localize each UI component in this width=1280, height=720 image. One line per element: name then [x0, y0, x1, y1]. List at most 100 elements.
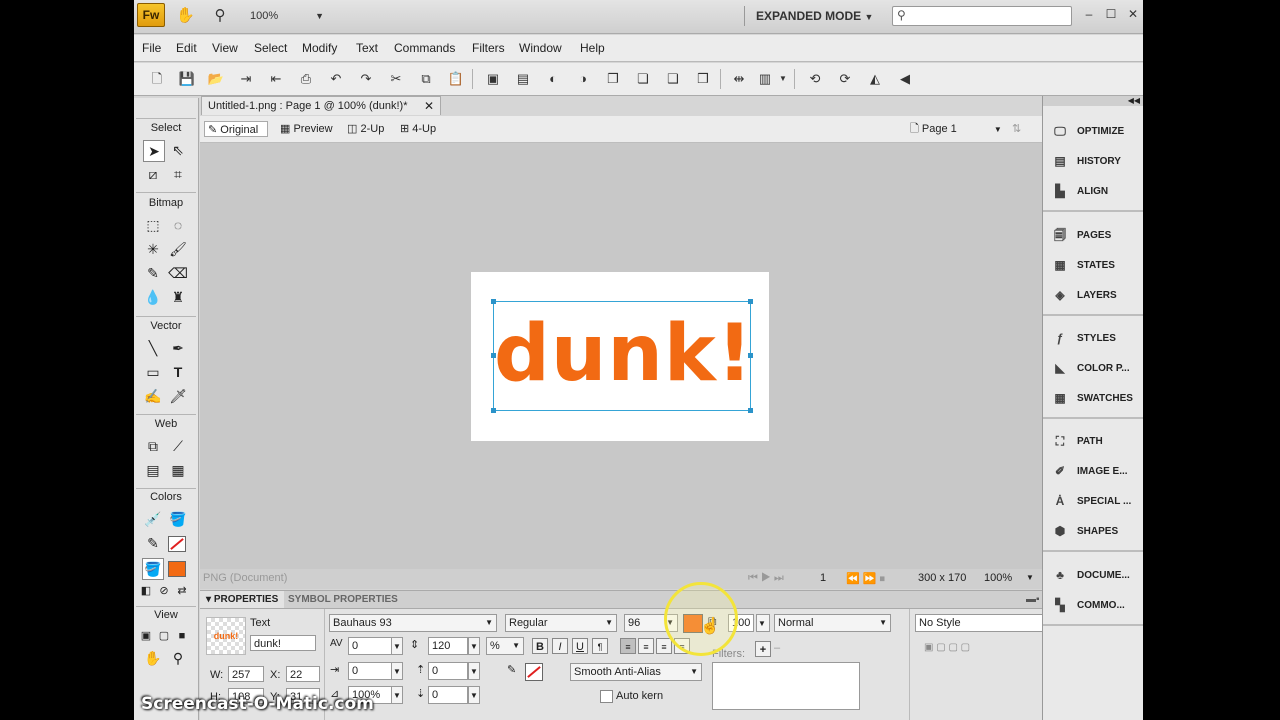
panel-color-palette[interactable]: ◣ COLOR P...	[1051, 358, 1143, 380]
space-before-field[interactable]: 0	[428, 662, 468, 680]
export-icon[interactable]: ⇤	[267, 70, 285, 88]
print-icon[interactable]: ⎙	[297, 70, 315, 88]
object-name-field[interactable]: dunk!	[250, 635, 316, 651]
selection-handle[interactable]	[748, 353, 753, 358]
stamp-tool-icon[interactable]: ♜	[168, 287, 188, 307]
pencil-tool-icon[interactable]: ✎	[143, 263, 163, 283]
antialias-select[interactable]: Smooth Anti-Alias ▼	[570, 663, 702, 681]
hide-slices-icon[interactable]: ▤	[143, 460, 163, 480]
leading-unit-select[interactable]: % ▼	[486, 637, 524, 655]
copy-icon[interactable]: ⧉	[417, 70, 435, 88]
hotspot-tool-icon[interactable]: ⧉	[143, 436, 163, 456]
new-file-icon[interactable]: 🗋	[148, 70, 166, 88]
redo-icon[interactable]: ↷	[357, 70, 375, 88]
page-select[interactable]: 🗋 Page 1 ▼	[910, 121, 1002, 137]
full-screen-menu-icon[interactable]: ▢	[154, 626, 174, 646]
bring-front-icon[interactable]: ❐	[604, 70, 622, 88]
view-4up-button[interactable]: ⊞ 4-Up	[400, 121, 436, 137]
crop-tool-icon[interactable]: ⌗	[168, 164, 188, 184]
menu-view[interactable]: View	[212, 41, 238, 55]
style-actions[interactable]: ▣ ▢ ▢ ▢	[924, 642, 970, 653]
import-icon[interactable]: ⇥	[237, 70, 255, 88]
tab-symbol-properties[interactable]: SYMBOL PROPERTIES	[282, 591, 404, 608]
canvas-text[interactable]: dunk!	[494, 300, 752, 408]
selection-handle[interactable]	[491, 299, 496, 304]
font-style-select[interactable]: Regular ▼	[505, 614, 617, 632]
menu-modify[interactable]: Modify	[302, 41, 337, 55]
chevron-down-icon[interactable]: ▼	[774, 70, 792, 88]
brush-tool-icon[interactable]: 🖌	[168, 239, 188, 259]
magic-wand-icon[interactable]: ✳	[143, 239, 163, 259]
canvas-area[interactable]: dunk!	[200, 143, 1042, 569]
page-options-icon[interactable]: ⇅	[1012, 121, 1021, 137]
fill-color-swatch[interactable]	[168, 561, 186, 577]
full-screen-icon[interactable]: ■	[172, 626, 192, 646]
frame-nav-controls[interactable]: ⏪ ⏩ ⏹	[846, 572, 885, 586]
eraser-tool-icon[interactable]: ⌫	[168, 263, 188, 283]
space-after-field[interactable]: 0	[428, 686, 468, 704]
rotate-left-icon[interactable]: ⟲	[806, 70, 824, 88]
stroke-color-swatch[interactable]	[168, 536, 186, 552]
pointer-tool-icon[interactable]: ➤	[143, 140, 165, 162]
align-center-button[interactable]: ≡	[638, 638, 654, 654]
status-zoom[interactable]: 100%	[984, 572, 1012, 584]
knife-tool-icon[interactable]: 🗡	[168, 386, 188, 406]
cut-icon[interactable]: ✂	[387, 70, 405, 88]
kerning-field[interactable]: 0	[348, 637, 392, 655]
style-preset-select[interactable]: No Style	[915, 614, 1043, 632]
chevron-down-icon[interactable]: ▼	[1026, 573, 1034, 582]
panel-history[interactable]: ▤ HISTORY	[1051, 151, 1143, 173]
scale-tool-icon[interactable]: ⧄	[143, 164, 163, 184]
panel-common-library[interactable]: ▚ COMMO...	[1051, 595, 1143, 617]
panel-layers[interactable]: ◈ LAYERS	[1051, 285, 1143, 307]
document-canvas[interactable]: dunk!	[471, 272, 769, 441]
playback-controls[interactable]: ⏮ ▶ ⏭	[748, 572, 784, 585]
standard-screen-icon[interactable]: ▣	[136, 626, 156, 646]
blur-tool-icon[interactable]: 💧	[143, 287, 163, 307]
zoom-select[interactable]: 100% ▼	[250, 8, 324, 24]
zoom-icon[interactable]: ⚲	[211, 7, 229, 25]
view-2up-button[interactable]: ◫ 2-Up	[347, 121, 384, 137]
menu-edit[interactable]: Edit	[176, 41, 197, 55]
hand-icon[interactable]: ✋	[176, 7, 195, 25]
font-family-select[interactable]: Bauhaus 93 ▼	[329, 614, 497, 632]
freeform-tool-icon[interactable]: ✍	[143, 386, 163, 406]
no-stroke-icon[interactable]: ⊘	[154, 581, 174, 601]
kerning-dropdown[interactable]: ▼	[391, 637, 403, 655]
panel-styles[interactable]: ƒ STYLES	[1051, 328, 1143, 350]
space-after-dropdown[interactable]: ▼	[468, 686, 480, 704]
hand-tool-icon[interactable]: ✋	[143, 648, 163, 668]
indent-field[interactable]: 0	[348, 662, 392, 680]
maximize-icon[interactable]: ☐	[1102, 5, 1120, 23]
align-left-button[interactable]: ≡	[620, 638, 636, 654]
slice-tool-icon[interactable]: ⟋	[168, 436, 188, 456]
workspace-mode-select[interactable]: EXPANDED MODE ▼	[756, 8, 876, 24]
eyedropper-icon[interactable]: 💉	[143, 509, 163, 529]
menu-select[interactable]: Select	[254, 41, 287, 55]
selection-handle[interactable]	[491, 408, 496, 413]
view-preview-button[interactable]: ▦ Preview	[280, 121, 333, 137]
line-tool-icon[interactable]: ╲	[143, 338, 163, 358]
intersect-icon[interactable]: ◑	[574, 70, 592, 88]
leading-dropdown[interactable]: ▼	[468, 637, 480, 655]
paint-bucket-icon[interactable]: 🪣	[168, 509, 188, 529]
ungroup-icon[interactable]: ▤	[514, 70, 532, 88]
panel-optimize[interactable]: 🖵 OPTIMIZE	[1051, 121, 1143, 143]
collapse-panels-icon[interactable]: ◀◀	[1043, 96, 1143, 106]
minimize-icon[interactable]: –	[1080, 5, 1098, 23]
menu-window[interactable]: Window	[519, 41, 562, 55]
subselect-tool-icon[interactable]: ⇖	[168, 140, 188, 160]
menu-help[interactable]: Help	[580, 41, 605, 55]
underline-button[interactable]: U	[572, 638, 588, 654]
selection-handle[interactable]	[748, 408, 753, 413]
send-backward-icon[interactable]: ❑	[664, 70, 682, 88]
blend-mode-select[interactable]: Normal ▼	[774, 614, 891, 632]
search-input[interactable]: ⚲	[892, 6, 1072, 26]
open-icon[interactable]: 📂	[207, 70, 225, 88]
align-right-button[interactable]: ≡	[656, 638, 672, 654]
align-icon[interactable]: ▥	[756, 70, 774, 88]
space-before-dropdown[interactable]: ▼	[468, 662, 480, 680]
add-filter-button[interactable]: +	[755, 641, 771, 657]
combine-icon[interactable]: ◐	[544, 70, 562, 88]
menu-filters[interactable]: Filters	[472, 41, 505, 55]
